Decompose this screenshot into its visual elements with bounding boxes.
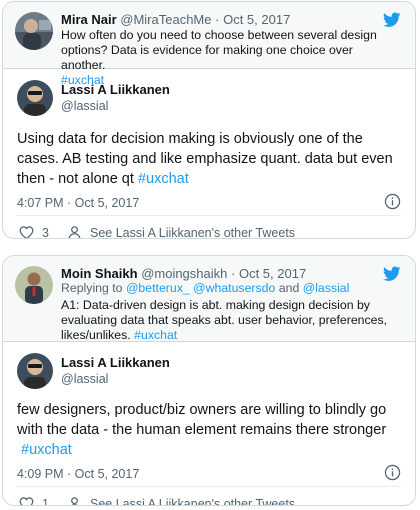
info-icon[interactable] bbox=[384, 193, 401, 210]
person-icon bbox=[68, 226, 81, 238]
author-name[interactable]: Lassi A Liikkanen bbox=[61, 82, 170, 97]
like-button[interactable]: 3 bbox=[19, 225, 49, 239]
avatar[interactable] bbox=[15, 266, 53, 304]
heart-icon bbox=[19, 497, 34, 505]
person-icon bbox=[71, 497, 78, 505]
text-line: cases. AB testing and like emphasize qua… bbox=[17, 151, 393, 167]
see-other-tweets-button[interactable]: See Lassi A Liikkanen's other Tweets bbox=[67, 225, 296, 239]
avatar[interactable] bbox=[15, 12, 53, 50]
quoted-tweet-text: A1: Data-driven design is abt. making de… bbox=[61, 298, 401, 343]
quoted-tweet[interactable]: Moin Shaikh @moingshaikh · Oct 5, 2017 R… bbox=[3, 256, 415, 342]
tweet-timestamp[interactable]: 4:07 PM · Oct 5, 2017 bbox=[17, 196, 139, 210]
text-line: few designers, product/biz owners are wi… bbox=[17, 402, 387, 418]
replying-prefix: Replying to bbox=[61, 281, 123, 295]
like-count: 3 bbox=[42, 225, 49, 239]
tweet-text: Using data for decision making is obviou… bbox=[3, 129, 415, 191]
see-other-tweets-label: See Lassi A Liikkanen's other Tweets bbox=[90, 225, 296, 239]
text-line: A1: Data-driven design is abt. making de… bbox=[61, 298, 370, 312]
hashtag-link[interactable]: #uxchat bbox=[21, 442, 72, 458]
quoted-author-name[interactable]: Moin Shaikh bbox=[61, 266, 138, 281]
quoted-tweet[interactable]: Mira Nair @MiraTeachMe · Oct 5, 2017 How… bbox=[3, 2, 415, 87]
avatar-image bbox=[15, 266, 53, 304]
tweet-card-2[interactable]: Moin Shaikh @moingshaikh · Oct 5, 2017 R… bbox=[2, 255, 416, 506]
text-line: Using data for decision making is obviou… bbox=[17, 131, 363, 147]
tweet-card-1[interactable]: Mira Nair @MiraTeachMe · Oct 5, 2017 How… bbox=[2, 1, 416, 239]
tweet-author[interactable]: Lassi A Liikkanen @lassial bbox=[3, 69, 415, 119]
quoted-author-handle[interactable]: @moingshaikh bbox=[141, 266, 227, 281]
quoted-date[interactable]: Oct 5, 2017 bbox=[223, 12, 290, 27]
avatar-image bbox=[17, 80, 53, 116]
author-handle[interactable]: @lassial bbox=[61, 372, 108, 386]
see-other-tweets-label: See Lassi A Liikkanen's other Tweets bbox=[90, 496, 296, 506]
heart-icon bbox=[19, 226, 34, 238]
text-line: then - not alone qt bbox=[17, 171, 134, 187]
text-line: likes/unlikes. bbox=[61, 328, 131, 342]
twitter-bird-icon[interactable] bbox=[383, 266, 401, 282]
quoted-author-handle[interactable]: @MiraTeachMe bbox=[120, 12, 211, 27]
separator-dot: · bbox=[215, 12, 220, 27]
replying-to-users[interactable]: @betterux_ @whatusersdo bbox=[126, 281, 275, 295]
author-handle[interactable]: @lassial bbox=[61, 99, 108, 113]
text-line: evaluating data that speaks abt. user be… bbox=[61, 313, 388, 327]
author-name[interactable]: Lassi A Liikkanen bbox=[61, 355, 170, 370]
text-line: How often do you need to choose between … bbox=[61, 28, 377, 42]
tweet-author[interactable]: Lassi A Liikkanen @lassial bbox=[3, 342, 415, 392]
avatar[interactable] bbox=[17, 80, 53, 116]
hashtag-link[interactable]: #uxchat bbox=[138, 171, 189, 187]
avatar[interactable] bbox=[17, 353, 53, 389]
replying-to-last-user[interactable]: @lassial bbox=[303, 281, 350, 295]
like-button[interactable]: 1 bbox=[19, 496, 49, 506]
like-count: 1 bbox=[42, 496, 49, 506]
avatar-image bbox=[17, 353, 53, 389]
twitter-bird-icon[interactable] bbox=[383, 12, 401, 28]
quoted-author-name[interactable]: Mira Nair bbox=[61, 12, 117, 27]
hashtag-link[interactable]: #uxchat bbox=[134, 328, 177, 342]
replying-to: Replying to @betterux_ @whatusersdo and … bbox=[61, 281, 349, 295]
replying-and: and bbox=[278, 281, 300, 295]
separator-dot: · bbox=[231, 266, 236, 281]
info-icon[interactable] bbox=[384, 464, 401, 481]
quoted-date[interactable]: Oct 5, 2017 bbox=[239, 266, 306, 281]
tweet-timestamp[interactable]: 4:09 PM · Oct 5, 2017 bbox=[17, 467, 139, 481]
tweet-text: few designers, product/biz owners are wi… bbox=[3, 400, 415, 462]
avatar-image bbox=[15, 12, 53, 50]
see-other-tweets-button[interactable]: See Lassi A Liikkanen's other Tweets bbox=[67, 496, 296, 506]
text-line: with the data - the human element remain… bbox=[17, 422, 387, 438]
